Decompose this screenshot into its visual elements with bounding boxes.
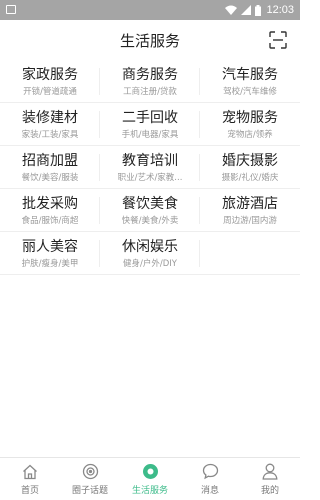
service-renovation[interactable]: 装修建材 家装/工装/家具: [0, 103, 100, 146]
nav-label: 首页: [20, 485, 39, 496]
status-icons: [225, 4, 262, 16]
nav-home[interactable]: 首页: [0, 458, 60, 500]
scan-icon: [269, 31, 287, 49]
battery-icon: [255, 4, 262, 16]
service-title: 婚庆摄影: [222, 152, 278, 169]
service-car[interactable]: 汽车服务 驾校/汽车维修: [200, 60, 300, 103]
service-leisure[interactable]: 休闲娱乐 健身/户外/DIY: [100, 232, 200, 275]
services-grid: 家政服务 开锁/管道疏通 商务服务 工商注册/贷款 汽车服务 驾校/汽车维修 装…: [0, 60, 300, 275]
service-title: 宠物服务: [222, 109, 278, 126]
service-subtitle: 驾校/汽车维修: [223, 86, 277, 97]
home-icon: [21, 463, 39, 481]
service-education[interactable]: 教育培训 职业/艺术/家教...: [100, 146, 200, 189]
service-subtitle: 家装/工装/家具: [21, 129, 79, 140]
nav-life-service[interactable]: 生活服务: [120, 458, 180, 500]
status-bar: 12:03: [0, 0, 300, 20]
nav-label: 生活服务: [131, 485, 168, 496]
nav-label: 圈子话题: [71, 485, 108, 496]
service-home-cleaning[interactable]: 家政服务 开锁/管道疏通: [0, 60, 100, 103]
service-title: 休闲娱乐: [122, 238, 178, 255]
service-wedding-photo[interactable]: 婚庆摄影 摄影/礼仪/婚庆: [200, 146, 300, 189]
photo-icon: [6, 5, 16, 14]
service-subtitle: 护肤/瘦身/美甲: [21, 258, 79, 269]
service-title: 商务服务: [122, 66, 178, 83]
service-beauty[interactable]: 丽人美容 护肤/瘦身/美甲: [0, 232, 100, 275]
profile-icon: [261, 463, 279, 481]
nav-message[interactable]: 消息: [180, 458, 240, 500]
signal-icon: [241, 5, 252, 15]
service-title: 餐饮美食: [122, 195, 178, 212]
service-subtitle: 宠物店/领养: [227, 129, 273, 140]
service-subtitle: 餐饮/美容/服装: [21, 172, 79, 183]
status-time: 12:03: [266, 4, 294, 16]
nav-label: 我的: [260, 485, 279, 496]
service-title: 教育培训: [122, 152, 178, 169]
service-franchise[interactable]: 招商加盟 餐饮/美容/服装: [0, 146, 100, 189]
service-title: 装修建材: [22, 109, 78, 126]
service-travel-hotel[interactable]: 旅游酒店 周边游/国内游: [200, 189, 300, 232]
nav-label: 消息: [200, 485, 219, 496]
service-wholesale[interactable]: 批发采购 食品/服饰/商超: [0, 189, 100, 232]
service-business[interactable]: 商务服务 工商注册/贷款: [100, 60, 200, 103]
service-subtitle: 健身/户外/DIY: [123, 258, 177, 269]
wifi-icon: [225, 5, 238, 15]
service-subtitle: 工商注册/贷款: [123, 86, 177, 97]
service-title: 家政服务: [22, 66, 78, 83]
service-subtitle: 开锁/管道疏通: [23, 86, 77, 97]
life-service-icon: [141, 463, 159, 481]
empty-cell: [200, 232, 300, 275]
service-title: 丽人美容: [22, 238, 78, 255]
service-subtitle: 手机/电器/家具: [121, 129, 179, 140]
nav-circle-topic[interactable]: 圈子话题: [60, 458, 120, 500]
service-recycling[interactable]: 二手回收 手机/电器/家具: [100, 103, 200, 146]
service-pets[interactable]: 宠物服务 宠物店/领养: [200, 103, 300, 146]
service-subtitle: 食品/服饰/商超: [21, 215, 79, 226]
nav-profile[interactable]: 我的: [240, 458, 300, 500]
service-subtitle: 快餐/美食/外卖: [121, 215, 179, 226]
service-food[interactable]: 餐饮美食 快餐/美食/外卖: [100, 189, 200, 232]
service-subtitle: 摄影/礼仪/婚庆: [221, 172, 279, 183]
service-title: 汽车服务: [222, 66, 278, 83]
service-title: 二手回收: [122, 109, 178, 126]
message-icon: [201, 463, 219, 481]
bottom-nav: 首页 圈子话题 生活服务 消息 我的: [0, 457, 300, 500]
scan-button[interactable]: [268, 30, 288, 50]
service-subtitle: 周边游/国内游: [223, 215, 277, 226]
service-title: 招商加盟: [22, 152, 78, 169]
circle-topic-icon: [81, 463, 99, 481]
app-header: 生活服务: [0, 20, 300, 60]
service-title: 批发采购: [22, 195, 78, 212]
page-title: 生活服务: [119, 31, 180, 50]
service-title: 旅游酒店: [222, 195, 278, 212]
service-subtitle: 职业/艺术/家教...: [117, 172, 183, 183]
